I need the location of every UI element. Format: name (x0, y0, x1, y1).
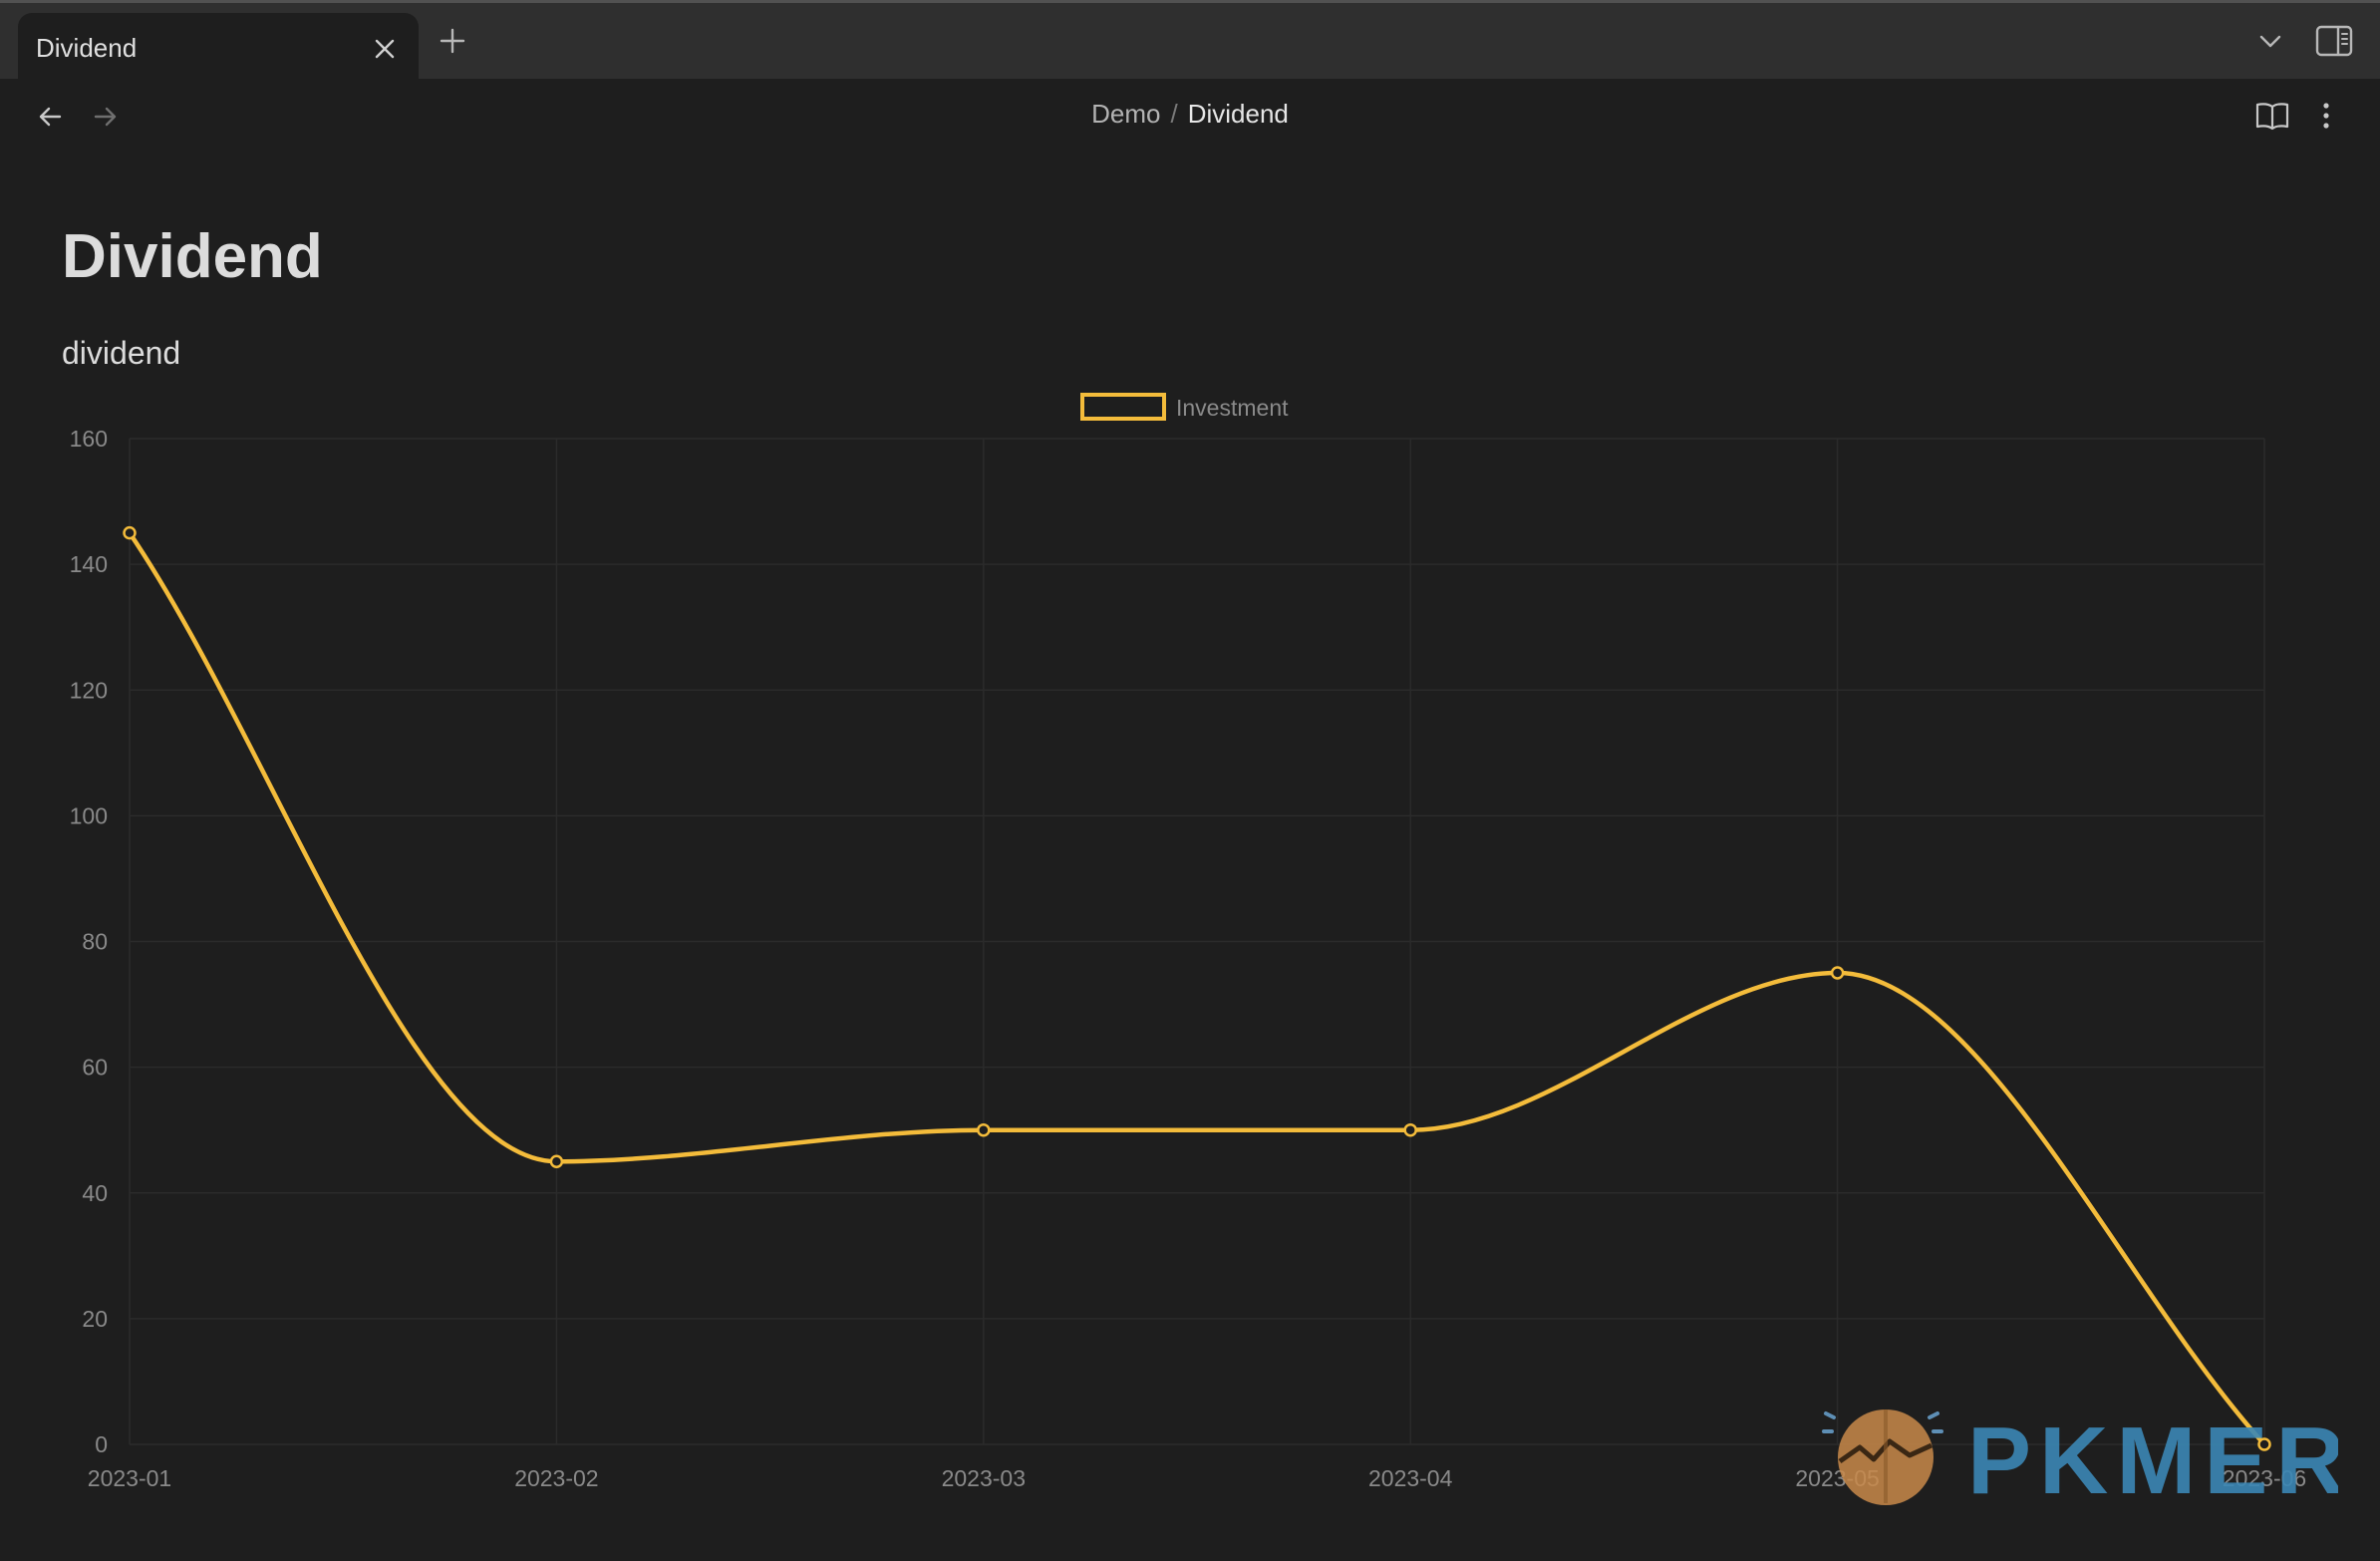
tab-title: Dividend (36, 33, 138, 63)
line-chart: 0 20 40 60 80 100 120 140 160 2023-01 2023-02 2023-… (0, 379, 2380, 1495)
legend-label: Investment (1176, 395, 1289, 421)
x-tick-label: 2023-02 (514, 1465, 598, 1491)
y-tick-label: 120 (70, 677, 108, 703)
sidebar-toggle-icon[interactable] (2314, 23, 2354, 59)
y-tick-label: 160 (70, 426, 108, 452)
y-tick-label: 40 (82, 1180, 108, 1206)
breadcrumb-current[interactable]: Dividend (1188, 99, 1289, 129)
legend-swatch (1080, 393, 1166, 421)
data-point (977, 1122, 991, 1137)
series-line (128, 531, 2266, 1446)
plus-icon[interactable] (437, 25, 468, 57)
page-title: Dividend (62, 222, 323, 291)
pkmer-logo-icon (1822, 1409, 1943, 1505)
x-tick-label: 2023-03 (942, 1465, 1026, 1491)
page-subtitle: dividend (62, 335, 181, 371)
x-tick-label: 2023-01 (88, 1465, 171, 1491)
breadcrumb-separator: / (1170, 99, 1178, 129)
y-tick-label: 20 (82, 1306, 108, 1332)
data-point (123, 525, 137, 540)
pkmer-watermark: PKMER (1820, 1384, 2345, 1518)
tab-bar: Dividend (0, 0, 2380, 82)
book-open-icon[interactable] (2254, 99, 2290, 133)
data-point (549, 1154, 564, 1168)
y-tick-label: 0 (95, 1431, 108, 1457)
data-point (1403, 1122, 1417, 1137)
pkmer-logo-text: PKMER (1967, 1407, 2338, 1513)
chevron-down-icon[interactable] (2254, 25, 2286, 57)
breadcrumb-parent[interactable]: Demo (1091, 99, 1160, 129)
breadcrumb: Demo / Dividend (0, 99, 2380, 130)
tab-dividend[interactable]: Dividend (18, 13, 419, 82)
y-tick-label: 100 (70, 802, 108, 828)
close-icon[interactable] (369, 33, 401, 65)
y-tick-label: 80 (82, 929, 108, 955)
more-vertical-icon[interactable] (2314, 99, 2338, 133)
x-tick-label: 2023-04 (1368, 1465, 1453, 1491)
view-header: Demo / Dividend (0, 79, 2380, 153)
data-point (1830, 966, 1845, 980)
y-tick-label: 140 (70, 551, 108, 577)
y-tick-label: 60 (82, 1055, 108, 1081)
chart-canvas: 0 20 40 60 80 100 120 140 160 2023-01 2023-02 2023-… (70, 393, 2306, 1491)
